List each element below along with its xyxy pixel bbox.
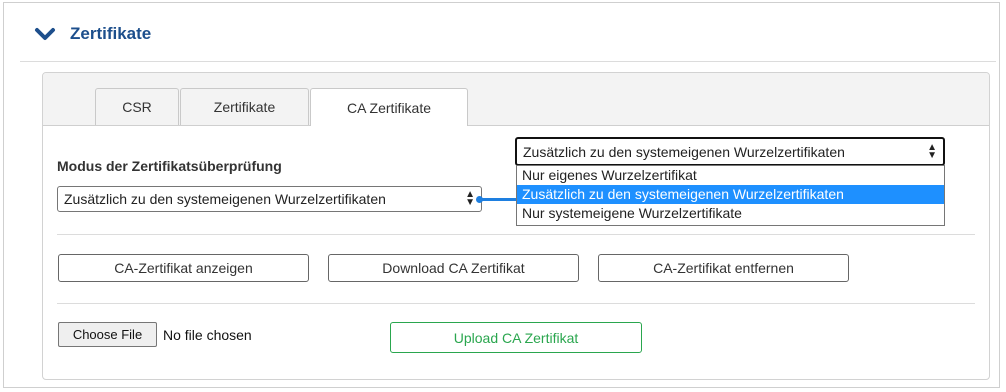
dropdown-option[interactable]: Nur systemeigene Wurzelzertifikate [517,204,944,223]
remove-certificate-label: CA-Zertifikat entfernen [653,260,794,276]
mode-dropdown-list: Nur eigenes Wurzelzertifikat Zusätzlich … [516,165,945,226]
tab-zertifikate-label: Zertifikate [213,99,276,115]
tab-csr[interactable]: CSR [95,88,179,125]
divider [57,303,975,304]
download-certificate-button[interactable]: Download CA Zertifikat [328,254,579,282]
tab-ca-zertifikate[interactable]: CA Zertifikate [310,88,468,126]
section-title: Zertifikate [70,24,152,43]
updown-arrows-icon: ▲ ▼ [465,189,475,208]
show-certificate-label: CA-Zertifikat anzeigen [114,260,253,276]
choose-file-button[interactable]: Choose File [58,322,157,347]
mode-select-open[interactable]: Zusätzlich zu den systemeigenen Wurzelze… [515,137,945,166]
mode-select-value: Zusätzlich zu den systemeigenen Wurzelze… [64,191,386,207]
header-divider [20,61,996,62]
chevron-down-icon[interactable] [34,26,56,42]
callout-dot [476,196,483,203]
file-status-text: No file chosen [163,327,252,343]
upload-certificate-label: Upload CA Zertifikat [453,329,579,346]
download-certificate-label: Download CA Zertifikat [382,260,525,276]
mode-label: Modus der Zertifikatsüberprüfung [57,158,282,174]
tab-ca-zertifikate-label: CA Zertifikate [346,99,432,116]
tab-csr-label: CSR [122,99,152,115]
show-certificate-button[interactable]: CA-Zertifikat anzeigen [58,254,309,282]
upload-certificate-button[interactable]: Upload CA Zertifikat [390,322,642,353]
dropdown-option[interactable]: Nur eigenes Wurzelzertifikat [517,166,944,185]
section-header[interactable]: Zertifikate [34,22,151,46]
mode-select[interactable]: Zusätzlich zu den systemeigenen Wurzelze… [57,186,482,212]
callout-connector [479,198,516,201]
tab-zertifikate[interactable]: Zertifikate [180,88,309,125]
mode-select-open-value: Zusätzlich zu den systemeigenen Wurzelze… [523,143,845,160]
divider [57,234,975,235]
remove-certificate-button[interactable]: CA-Zertifikat entfernen [598,254,849,282]
updown-arrows-icon: ▲ ▼ [927,141,937,161]
choose-file-label: Choose File [72,327,143,342]
dropdown-option-highlighted[interactable]: Zusätzlich zu den systemeigenen Wurzelze… [517,185,944,204]
